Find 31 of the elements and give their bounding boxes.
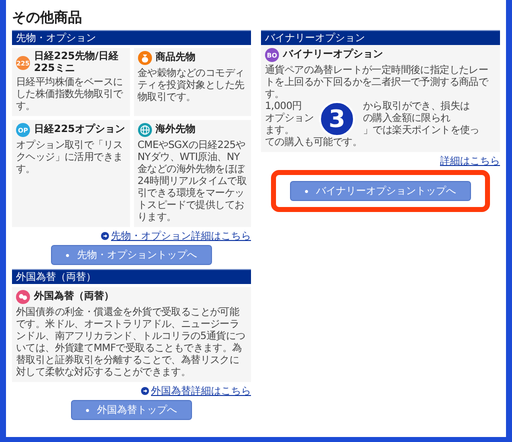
card-description: 1,000円 — [265, 101, 303, 112]
link-arrow-icon — [141, 387, 149, 395]
card-description: 日経平均株価をベースにした株価指数先物取引です。 — [16, 77, 124, 113]
card-title: 日経225オプション — [34, 124, 125, 136]
card-description: CMEやSGXの日経225やNYダウ、WTI原油、NY金などの海外先物をほぼ24時間リアルタイムで取引できる環境をマーケットスピードで提供しております。 — [138, 140, 247, 224]
card-description: す。 — [265, 89, 284, 100]
page-title: その他商品 — [12, 9, 83, 27]
section-header: バイナリーオプション — [261, 30, 500, 45]
section-header: 外国為替（両替） — [12, 269, 251, 284]
card-description: ての購入も可能です。 — [265, 137, 362, 148]
card-title: 外国為替（両替） — [34, 291, 114, 303]
card-description: トを上回るか下回るかを二者択一で予測する商品で — [265, 77, 488, 88]
section-header: 先物・オプション — [12, 30, 251, 45]
card-title: 海外先物 — [156, 124, 196, 136]
step-badge: 3 — [319, 101, 355, 137]
details-link[interactable]: 詳細はこちら — [440, 154, 500, 168]
card-description: 通貨ペアの為替レートが一定時間後に指定したレー — [265, 65, 488, 76]
card-description: 外国債券の利金・償還金を外貨で受取ることが可能です。米ドル、オーストラリアドル、ニュージーランドル、南アフリカランド、トルコリラの5通貨については、外貨建てMMFで受取ることもできます。為替取引と証券取引を分離することで、為替リスクに対して柔軟な対応することができます。 — [16, 307, 246, 379]
card-title: 商品先物 — [156, 52, 196, 64]
details-link[interactable]: 先物・オプション詳細はこちら — [111, 229, 251, 243]
card-description: ます。 — [265, 125, 296, 136]
card-description: から取引ができ、損失は — [363, 101, 470, 112]
card-description: オプション取引で「リスクヘッジ」に活用できます。 — [16, 140, 124, 176]
card-description: オプション — [265, 113, 313, 125]
card-title: 日経225先物/日経225ミニ — [34, 51, 120, 74]
card-description: 金や穀物などのコモディティを投資対象とした先物取引です。 — [138, 68, 246, 104]
card-description: 」では楽天ポイントを使っ — [363, 125, 480, 136]
details-link[interactable]: 外国為替詳細はこちら — [151, 384, 251, 398]
card-description: の購入金額に限られ — [363, 113, 450, 124]
link-arrow-icon — [101, 232, 109, 240]
card-title: バイナリーオプション — [283, 49, 383, 61]
